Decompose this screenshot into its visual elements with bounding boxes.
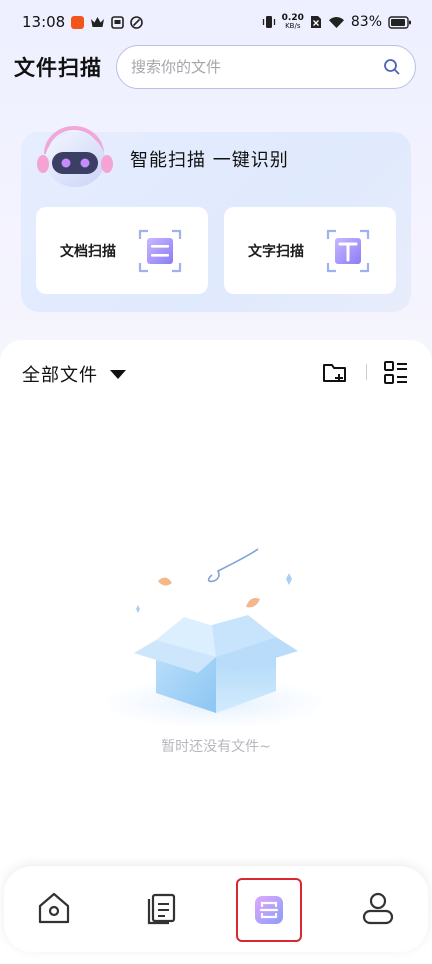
empty-box-illustration (107, 548, 323, 727)
toolbar-divider (366, 364, 367, 380)
crown-icon (91, 16, 105, 27)
search-input[interactable] (131, 58, 383, 76)
status-bar: 13:08 0.20 KB/s 83% (0, 0, 432, 44)
status-time: 13:08 (22, 13, 66, 31)
smart-scan-title: 智能扫描 一键识别 (130, 150, 289, 171)
document-scan-button[interactable]: 文档扫描 (36, 207, 208, 294)
document-scan-icon (138, 229, 182, 273)
media-app-icon (111, 15, 125, 29)
scan-tab[interactable] (236, 878, 302, 942)
empty-state-text: 暂时还没有文件~ (161, 739, 271, 755)
battery-level: 83% (350, 14, 382, 30)
battery-icon (388, 15, 411, 29)
text-scan-label: 文字扫描 (248, 243, 304, 260)
network-speed: 0.20 KB/s (281, 13, 304, 31)
search-box[interactable] (116, 45, 416, 89)
wifi-icon (328, 16, 344, 28)
robot-mascot-icon (37, 126, 113, 187)
notification-app-icon (71, 15, 85, 29)
leaf-app-icon (130, 15, 144, 29)
text-scan-button[interactable]: 文字扫描 (224, 207, 396, 294)
search-icon[interactable] (383, 58, 401, 76)
header: 文件扫描 (0, 44, 432, 90)
caret-down-icon (110, 369, 126, 379)
document-scan-label: 文档扫描 (60, 243, 116, 260)
file-filter-dropdown[interactable]: 全部文件 (22, 361, 126, 387)
text-scan-icon (326, 229, 370, 273)
profile-icon[interactable] (359, 889, 397, 927)
scan-icon[interactable] (252, 893, 286, 927)
page-title: 文件扫描 (14, 56, 102, 80)
new-folder-icon[interactable] (322, 360, 348, 386)
vibrate-icon (262, 16, 275, 28)
home-icon[interactable] (35, 889, 73, 927)
documents-icon[interactable] (142, 889, 180, 927)
file-filter-label: 全部文件 (22, 365, 98, 386)
list-view-icon[interactable] (383, 360, 409, 386)
sim-off-icon (310, 16, 321, 28)
